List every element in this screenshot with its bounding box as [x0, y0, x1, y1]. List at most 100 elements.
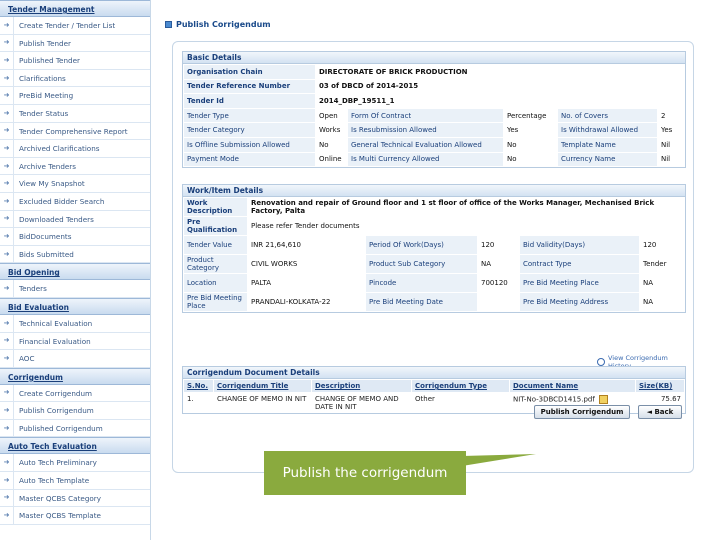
field-label: Contract Type: [519, 254, 640, 274]
sidebar-section-title: Bid Opening: [0, 263, 150, 281]
field-label: Pre Bid Meeting Date: [365, 292, 478, 312]
sidebar-item[interactable]: ➜ Excluded Bidder Search: [0, 192, 150, 211]
sidebar-item[interactable]: ➜ Master QCBS Category: [0, 489, 150, 508]
field-value: DIRECTORATE OF BRICK PRODUCTION: [315, 64, 685, 80]
sidebar-item[interactable]: ➜ Publish Corrigendum: [0, 402, 150, 420]
work-item-section: Work/Item Details Work Description Renov…: [182, 184, 686, 313]
table-row: Tender Category Works Is Resubmission Allo…: [183, 122, 685, 138]
sidebar-item[interactable]: ➜ AOC: [0, 350, 150, 368]
sidebar-section-title: Corrigendum: [0, 367, 150, 385]
sidebar-item-label: Tenders: [13, 280, 150, 297]
column-header: S.No.: [183, 379, 214, 393]
arrow-icon: ➜: [3, 231, 10, 240]
sidebar-item[interactable]: ➜ Bids Submitted: [0, 245, 150, 264]
field-value: 2: [657, 107, 685, 124]
field-value: NA: [639, 292, 685, 312]
sidebar-item[interactable]: ➜ Create Corrigendum: [0, 384, 150, 403]
history-icon: [597, 358, 605, 366]
sidebar-item[interactable]: ➜ Master QCBS Template: [0, 507, 150, 525]
sidebar-item-label: AOC: [13, 350, 150, 367]
field-label: Pre Bid Meeting Place: [183, 292, 248, 312]
sidebar-item-label: Archive Tenders: [13, 157, 150, 175]
sidebar-item[interactable]: ➜ View My Snapshot: [0, 175, 150, 193]
arrow-icon: ➜: [3, 284, 10, 293]
sidebar-item-label: Archived Clarifications: [13, 140, 150, 157]
table-row: Pre Bid Meeting Place PRANDALI-KOLKATA-22…: [183, 292, 685, 312]
table-row: Is Offline Submission Allowed No General T…: [183, 136, 685, 153]
field-label: Tender Type: [183, 107, 316, 124]
publish-corrigendum-button[interactable]: Publish Corrigendum: [534, 405, 630, 419]
table-row: Product Category CIVIL WORKS Product Sub C…: [183, 254, 685, 274]
page-icon: [165, 21, 172, 28]
sidebar-item[interactable]: ➜ Technical Evaluation: [0, 314, 150, 333]
table-row: Location PALTA Pincode 700120 Pre Bid Meetin…: [183, 273, 685, 293]
field-label: Work Description: [183, 197, 248, 217]
sidebar-item-label: Financial Evaluation: [13, 332, 150, 350]
field-label: Bid Validity(Days): [519, 235, 640, 255]
sidebar-item[interactable]: ➜ Archive Tenders: [0, 157, 150, 176]
cell-text: 1.: [187, 395, 194, 403]
field-value: Renovation and repair of Ground floor an…: [247, 197, 685, 217]
sidebar-item-label: Published Corrigendum: [13, 419, 150, 437]
column-header: Document Name: [509, 379, 636, 393]
field-label: Pre Bid Meeting Place: [519, 273, 640, 293]
section-title: Basic Details: [183, 52, 685, 64]
sidebar-item-label: View My Snapshot: [13, 175, 150, 192]
sidebar-item[interactable]: ➜ Financial Evaluation: [0, 332, 150, 351]
field-value: Yes: [657, 122, 685, 138]
column-header: Size(KB): [635, 379, 685, 393]
field-value: PALTA: [247, 273, 366, 293]
section-title: Work/Item Details: [183, 185, 685, 197]
field-value: 2014_DBP_19511_1: [315, 93, 685, 109]
field-value: 120: [639, 235, 685, 255]
sidebar-item[interactable]: ➜ Create Tender / Tender List: [0, 17, 150, 35]
arrow-icon: ➜: [3, 475, 10, 484]
field-value: NA: [477, 254, 520, 274]
sidebar-item-label: Downloaded Tenders: [13, 210, 150, 228]
sidebar-item[interactable]: ➜ Publish Tender: [0, 34, 150, 53]
field-label: Is Offline Submission Allowed: [183, 136, 316, 153]
callout-label: Publish the corrigendum: [264, 451, 466, 495]
field-label: Pre Bid Meeting Address: [519, 292, 640, 312]
sidebar-item[interactable]: ➜ Archived Clarifications: [0, 140, 150, 158]
sidebar-item[interactable]: ➜ Clarifications: [0, 69, 150, 88]
field-value: Online: [315, 151, 348, 168]
sidebar-section-title: Auto Tech Evaluation: [0, 437, 150, 455]
sidebar-section-title: Tender Management: [0, 0, 150, 17]
arrow-icon: ➜: [3, 249, 10, 258]
sidebar-item[interactable]: ➜ BidDocuments: [0, 228, 150, 246]
table-row: Payment Mode Online Is Multi Currency Allo…: [183, 151, 685, 168]
table-row: Tender Value INR 21,64,610 Period Of Work(…: [183, 235, 685, 255]
field-label: Tender Value: [183, 235, 248, 255]
field-label: Tender Category: [183, 122, 316, 138]
field-label: Period Of Work(Days): [365, 235, 478, 255]
pdf-icon[interactable]: [598, 395, 608, 404]
sidebar-item[interactable]: ➜ Auto Tech Preliminary: [0, 454, 150, 473]
sidebar-item[interactable]: ➜ Published Tender: [0, 52, 150, 70]
table-cell: CHANGE OF MEMO IN NIT: [213, 392, 312, 413]
arrow-icon: ➜: [3, 91, 10, 100]
field-value: 03 of DBCD of 2014-2015: [315, 78, 685, 95]
field-label: Currency Name: [557, 151, 658, 168]
field-value: Works: [315, 122, 348, 138]
table-cell: CHANGE OF MEMO AND DATE IN NIT: [311, 392, 412, 413]
sidebar-item-label: PreBid Meeting: [13, 87, 150, 104]
sidebar-item[interactable]: ➜ PreBid Meeting: [0, 87, 150, 105]
sidebar-item[interactable]: ➜ Tender Status: [0, 104, 150, 123]
sidebar-item-label: BidDocuments: [13, 228, 150, 245]
sidebar-item[interactable]: ➜ Published Corrigendum: [0, 419, 150, 438]
arrow-icon: ➜: [3, 458, 10, 467]
sidebar-item[interactable]: ➜ Tender Comprehensive Report: [0, 122, 150, 141]
field-label: Tender Id: [183, 93, 316, 109]
sidebar-item[interactable]: ➜ Downloaded Tenders: [0, 210, 150, 229]
field-value: 700120: [477, 273, 520, 293]
field-label: Organisation Chain: [183, 64, 316, 80]
sidebar-item[interactable]: ➜ Tenders: [0, 280, 150, 298]
field-label: Payment Mode: [183, 151, 316, 168]
sidebar-item[interactable]: ➜ Auto Tech Template: [0, 472, 150, 490]
sidebar-item-label: Master QCBS Category: [13, 489, 150, 507]
back-button[interactable]: ◄ Back: [638, 405, 682, 419]
field-value: [477, 292, 520, 312]
arrow-icon: ➜: [3, 388, 10, 397]
arrow-icon: ➜: [3, 126, 10, 135]
